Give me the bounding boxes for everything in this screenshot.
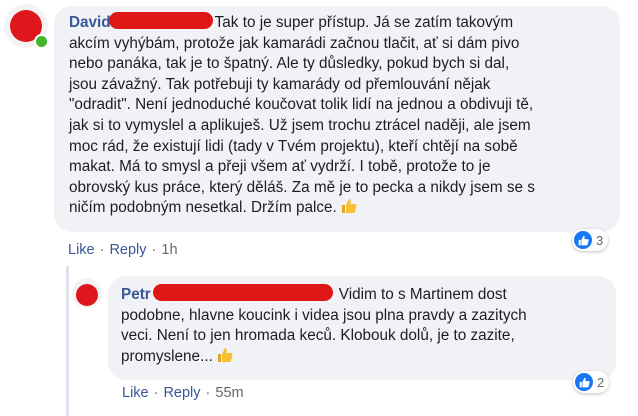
timestamp[interactable]: 1h xyxy=(161,242,177,258)
comment-line: nebo panáka, tak je to špatný. Ale ty dů… xyxy=(69,55,510,73)
comment-line: ničím podobným nesetkal. Držím palce. xyxy=(69,199,337,217)
reaction-count: 3 xyxy=(596,232,604,248)
comment-bubble: Petr Vidim to s Martinem dost podobne, hl… xyxy=(108,276,616,380)
thumbs-up-icon xyxy=(342,199,357,214)
separator-dot: · xyxy=(151,242,157,258)
redacted-name xyxy=(152,284,333,302)
online-status-dot xyxy=(34,34,49,49)
timestamp[interactable]: 55m xyxy=(215,385,243,401)
comment-line: promyslene... xyxy=(121,347,213,365)
comment-author[interactable]: Petr xyxy=(121,286,151,303)
reply-thread-line xyxy=(66,266,69,416)
comment-line: Vidim to s Martinem dost xyxy=(338,286,507,303)
like-icon xyxy=(575,373,593,391)
comment-text: David Tak to je super přístup. Já se zatí… xyxy=(69,12,608,219)
like-link[interactable]: Like xyxy=(122,385,149,401)
separator-dot: · xyxy=(153,385,159,401)
comment-line: obrovský kus práce, který děláš. Za mě j… xyxy=(69,178,535,196)
comment-line: "odradit". Není jednoduché koučovat toli… xyxy=(69,96,534,114)
comment-line: makat. Má to smysl a přeji všem ať vydrž… xyxy=(69,158,491,176)
comment-actions: Like · Reply · 1h xyxy=(68,242,178,258)
comment-line: jsou závažný. Tak potřebuji ty kamarády … xyxy=(69,75,491,93)
separator-dot: · xyxy=(205,385,211,401)
like-icon xyxy=(574,231,592,249)
reaction-badge[interactable]: 2 xyxy=(573,371,610,393)
comment-actions: Like · Reply · 55m xyxy=(122,385,244,401)
comment-line: veci. Není to jen hromada keců. Klobouk … xyxy=(121,327,515,345)
comment-line: moc rád, že existují lidi (tady v Tvém p… xyxy=(69,137,518,155)
comment-line: Tak to je super přístup. Já se zatím tak… xyxy=(214,14,514,31)
comment-line: podobne, hlavne koucink i videa jsou pln… xyxy=(121,306,527,324)
thumbs-up-icon xyxy=(218,347,233,362)
redacted-name xyxy=(108,12,213,30)
reaction-badge[interactable]: 3 xyxy=(572,229,609,251)
reply-link[interactable]: Reply xyxy=(109,242,146,258)
like-link[interactable]: Like xyxy=(68,242,95,258)
comment-line: akcím vyhýbám, protože jak kamarádi začn… xyxy=(69,34,520,52)
comment-text: Petr Vidim to s Martinem dost podobne, hl… xyxy=(121,284,604,367)
comment-bubble: David Tak to je super přístup. Já se zatí… xyxy=(54,6,620,232)
avatar[interactable] xyxy=(72,278,102,308)
reaction-count: 2 xyxy=(597,374,605,390)
comment-line: jak si to vymyslel a aplikuješ. Už jsem … xyxy=(69,116,531,134)
separator-dot: · xyxy=(99,242,105,258)
reply-link[interactable]: Reply xyxy=(163,385,200,401)
comment-author[interactable]: David xyxy=(69,14,111,31)
